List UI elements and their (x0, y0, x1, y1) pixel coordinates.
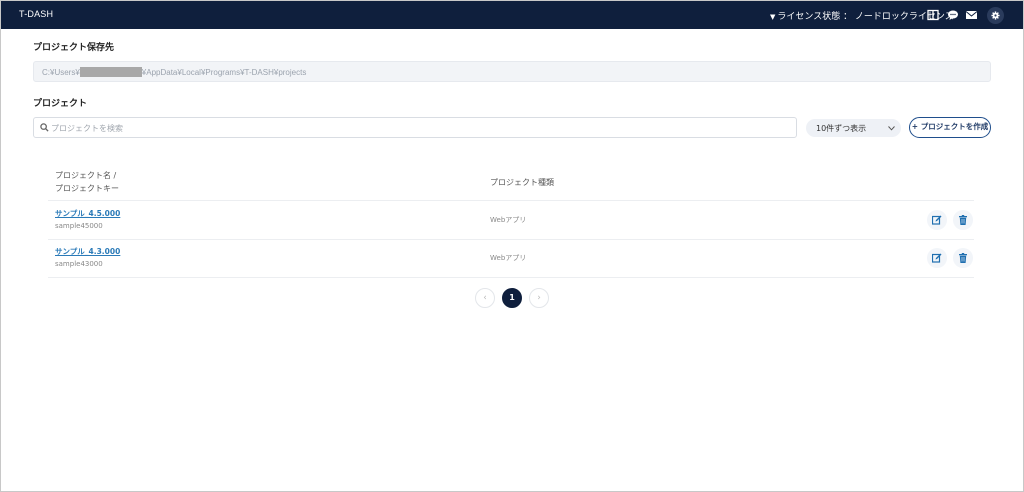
path-suffix: ¥AppData¥Local¥Programs¥T-DASH¥projects (141, 68, 307, 77)
project-key: sample45000 (55, 222, 103, 230)
create-project-button[interactable]: + プロジェクトを作成 (909, 117, 991, 138)
column-header-name[interactable]: プロジェクト名 / プロジェクトキー (55, 169, 119, 195)
save-location-heading: プロジェクト保存先 (33, 43, 115, 53)
row-divider (48, 277, 974, 278)
project-search-input[interactable] (51, 120, 751, 136)
search-icon (40, 123, 49, 132)
top-bar: T-DASH ▼ ライセンス状態 ： ノードロックライセンス (1, 1, 1023, 29)
chevron-down-icon (888, 126, 895, 131)
row-divider (48, 239, 974, 240)
delete-project-button[interactable] (953, 248, 973, 268)
project-key: sample43000 (55, 260, 103, 268)
save-location-field: C:¥Users¥ ¥AppData¥Local¥Programs¥T-DASH¥… (33, 61, 991, 82)
projects-heading: プロジェクト (33, 99, 88, 109)
project-type: Webアプリ (490, 216, 527, 224)
project-name-link[interactable]: サンプル_4.3.000 (55, 246, 120, 257)
trash-icon (959, 215, 967, 225)
edit-project-button[interactable] (927, 248, 947, 268)
mail-icon[interactable] (965, 9, 979, 22)
settings-button[interactable] (987, 7, 1004, 24)
gear-icon (991, 11, 1000, 20)
app-title: T-DASH (19, 9, 54, 19)
redacted-username (79, 67, 142, 77)
manual-book-icon[interactable] (927, 9, 941, 22)
column-header-name-line2: プロジェクトキー (55, 184, 119, 193)
trash-icon (959, 253, 967, 263)
project-name-link[interactable]: サンプル_4.5.000 (55, 208, 120, 219)
per-page-select[interactable]: 10件ずつ表示 (806, 119, 901, 137)
row-divider (48, 200, 974, 201)
pagination-page-1[interactable]: 1 (502, 288, 522, 308)
edit-icon (932, 253, 942, 263)
caret-down-icon: ▼ (770, 13, 776, 21)
pagination-prev-button[interactable]: ‹ (475, 288, 495, 308)
project-search-box[interactable] (33, 117, 797, 138)
delete-project-button[interactable] (953, 210, 973, 230)
path-prefix: C:¥Users¥ (42, 68, 80, 77)
column-header-type[interactable]: プロジェクト種類 (490, 176, 554, 189)
project-type: Webアプリ (490, 254, 527, 262)
pagination-next-button[interactable]: › (529, 288, 549, 308)
edit-icon (932, 215, 942, 225)
edit-project-button[interactable] (927, 210, 947, 230)
column-header-name-line1: プロジェクト名 / (55, 171, 117, 180)
per-page-value: 10件ずつ表示 (816, 124, 867, 133)
chat-icon[interactable] (947, 9, 961, 22)
save-location-path: C:¥Users¥ ¥AppData¥Local¥Programs¥T-DASH¥… (42, 67, 306, 77)
